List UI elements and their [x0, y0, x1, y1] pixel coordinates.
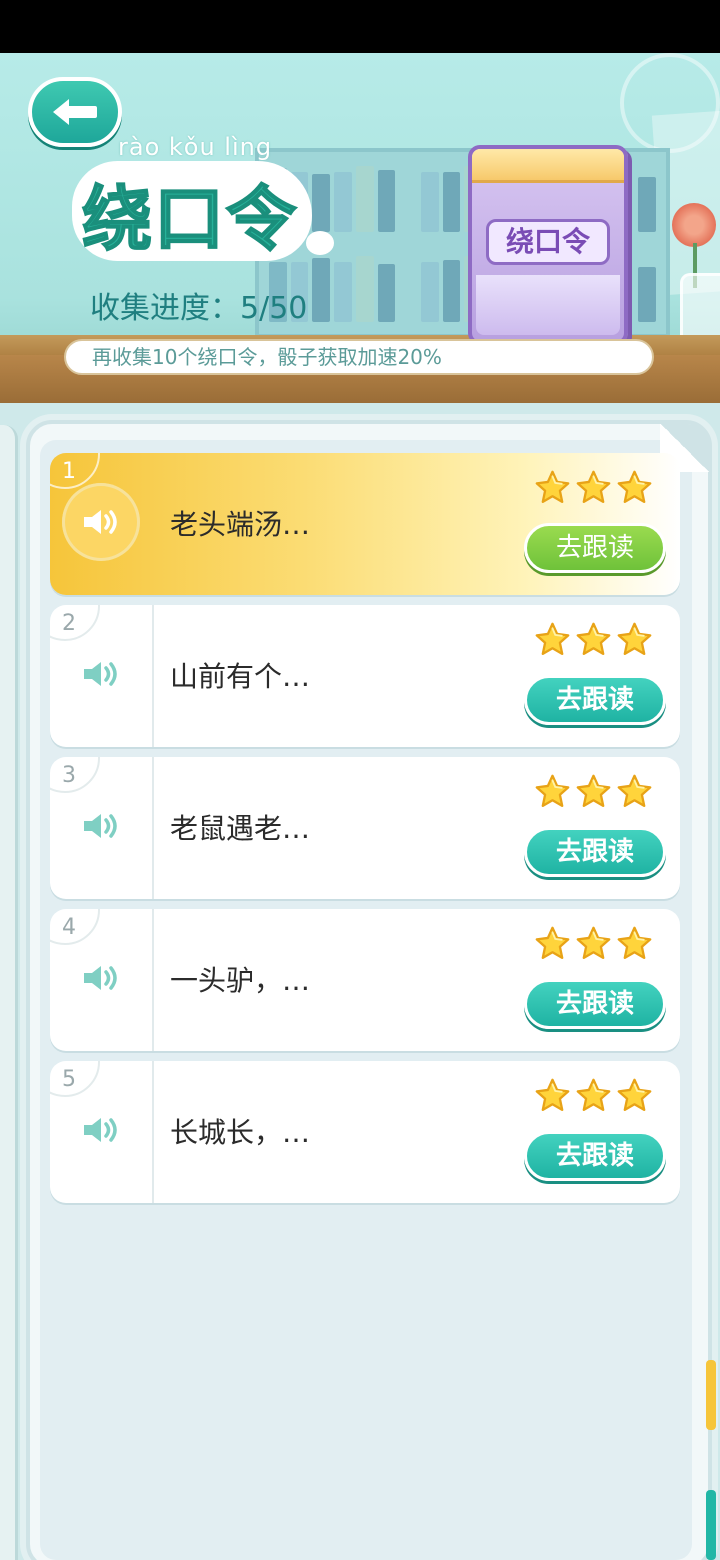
- speaker-icon: [84, 814, 117, 838]
- speaker-icon: [84, 510, 117, 534]
- book-top: [472, 149, 624, 183]
- side-tab-teal[interactable]: [706, 1490, 716, 1560]
- follow-read-button[interactable]: 去跟读: [524, 523, 666, 573]
- star-icon: [617, 774, 652, 807]
- star-rating: [534, 925, 654, 965]
- row-divider: [152, 909, 154, 1051]
- list-item[interactable]: 5 长城长，… 去跟读: [50, 1061, 680, 1203]
- speaker-icon: [84, 966, 117, 990]
- star-rating: [534, 773, 654, 813]
- flower-decoration: [672, 203, 716, 247]
- star-icon: [576, 1078, 611, 1111]
- status-bar: [0, 0, 720, 53]
- speaker-icon: [84, 662, 117, 686]
- star-icon: [617, 470, 652, 503]
- star-icon: [617, 1078, 652, 1111]
- star-icon: [617, 622, 652, 655]
- star-icon: [576, 470, 611, 503]
- follow-read-button[interactable]: 去跟读: [524, 1131, 666, 1181]
- item-index: 5: [62, 1067, 76, 1092]
- collection-progress: 收集进度：5/50: [90, 291, 308, 326]
- row-divider: [152, 1061, 154, 1203]
- row-divider: [152, 605, 154, 747]
- collection-book[interactable]: 绕口令: [468, 145, 628, 345]
- star-icon: [535, 470, 570, 503]
- tongue-twister-title: 老鼠遇老…: [170, 812, 311, 845]
- list-item[interactable]: 4 一头驴，… 去跟读: [50, 909, 680, 1051]
- follow-read-button[interactable]: 去跟读: [524, 979, 666, 1029]
- list-item[interactable]: 3 老鼠遇老… 去跟读: [50, 757, 680, 899]
- title-bubble-dot: [306, 231, 334, 255]
- tongue-twister-title: 长城长，…: [170, 1116, 311, 1149]
- tongue-twister-title: 一头驴，…: [170, 964, 311, 997]
- item-index: 4: [62, 915, 76, 940]
- star-icon: [576, 774, 611, 807]
- row-divider: [152, 757, 154, 899]
- play-audio-button[interactable]: [62, 939, 140, 1017]
- side-tab-yellow[interactable]: [706, 1360, 716, 1430]
- star-icon: [617, 926, 652, 959]
- item-index: 2: [62, 611, 76, 636]
- list-item[interactable]: 1 老头端汤… 去跟读: [50, 453, 680, 595]
- page-title: 绕口令: [81, 177, 298, 261]
- star-rating: [534, 621, 654, 661]
- book-label: 绕口令: [486, 219, 610, 265]
- panel-left-edge: [0, 425, 18, 1560]
- list-item[interactable]: 2 山前有个… 去跟读: [50, 605, 680, 747]
- star-icon: [576, 926, 611, 959]
- back-arrow-icon: [53, 99, 97, 125]
- play-audio-button[interactable]: [62, 787, 140, 865]
- speaker-icon: [84, 1118, 117, 1142]
- star-icon: [535, 926, 570, 959]
- star-icon: [535, 1078, 570, 1111]
- reward-hint: 再收集10个绕口令，骰子获取加速20%: [64, 339, 654, 375]
- star-icon: [576, 622, 611, 655]
- tongue-twister-title: 山前有个…: [170, 660, 311, 693]
- star-icon: [535, 622, 570, 655]
- item-index: 1: [62, 459, 76, 484]
- star-icon: [535, 774, 570, 807]
- play-audio-button[interactable]: [62, 1091, 140, 1169]
- follow-read-button[interactable]: 去跟读: [524, 827, 666, 877]
- book-illustration: [476, 275, 620, 335]
- play-audio-button[interactable]: [62, 483, 140, 561]
- header-scene: rào kǒu lìng 绕口令 收集进度：5/50 绕口令 再收集10个绕口令…: [0, 53, 720, 403]
- back-button[interactable]: [28, 77, 122, 147]
- play-audio-button[interactable]: [62, 635, 140, 713]
- star-rating: [534, 469, 654, 509]
- tongue-twister-title: 老头端汤…: [170, 508, 311, 541]
- follow-read-button[interactable]: 去跟读: [524, 675, 666, 725]
- item-index: 3: [62, 763, 76, 788]
- star-rating: [534, 1077, 654, 1117]
- title-pinyin: rào kǒu lìng: [118, 133, 273, 161]
